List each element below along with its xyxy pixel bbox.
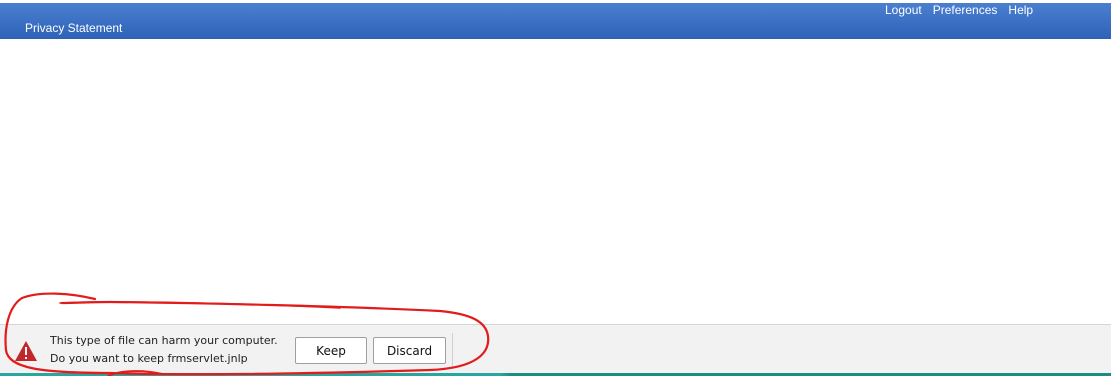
download-warning-message: This type of file can harm your computer… — [50, 334, 278, 376]
top-links: Logout Preferences Help — [885, 3, 1033, 17]
download-warning-bar: This type of file can harm your computer… — [0, 324, 1111, 376]
download-bar-divider — [452, 333, 453, 369]
warning-triangle-icon — [15, 341, 37, 361]
keep-button[interactable]: Keep — [295, 337, 367, 364]
discard-button[interactable]: Discard — [373, 337, 446, 364]
logout-link[interactable]: Logout — [885, 3, 922, 17]
privacy-statement-link[interactable]: Privacy Statement — [25, 21, 122, 35]
page-content-area — [0, 39, 1111, 324]
preferences-link[interactable]: Preferences — [933, 3, 998, 17]
help-link[interactable]: Help — [1008, 3, 1033, 17]
top-header-bar: Logout Preferences Help Privacy Statemen… — [0, 3, 1111, 39]
